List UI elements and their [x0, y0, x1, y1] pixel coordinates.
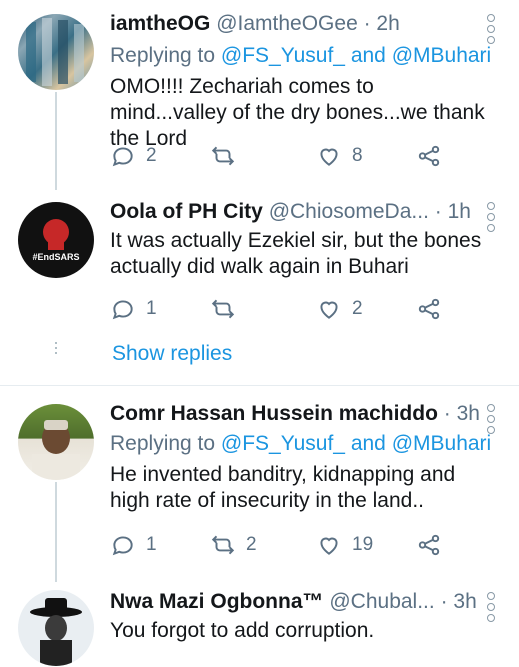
- mention-link[interactable]: @FS_Yusuf_: [221, 44, 345, 67]
- mention-link[interactable]: @MBuhari: [392, 432, 492, 455]
- tweet-actions: 1 2: [110, 294, 450, 324]
- author-name[interactable]: Comr Hassan Hussein machiddo: [110, 402, 438, 425]
- reply-icon: [112, 147, 133, 167]
- like-count: 19: [352, 534, 374, 555]
- tweet-1[interactable]: iamtheOG @IamtheOGee · 2h Replying to @F…: [0, 0, 519, 190]
- like-icon: [320, 301, 338, 319]
- like-count: 2: [352, 298, 363, 319]
- like-count: 8: [352, 145, 363, 166]
- tweet-2[interactable]: #EndSARS Oola of PH City @ChiosomeDa... …: [0, 190, 519, 385]
- tweet-header: iamtheOG @IamtheOGee · 2h: [110, 12, 479, 36]
- more-icon[interactable]: [487, 14, 497, 47]
- tweet-actions: 2 8: [110, 141, 450, 171]
- share-icon: [418, 534, 440, 556]
- avatar[interactable]: [18, 404, 94, 480]
- avatar[interactable]: #EndSARS: [18, 202, 94, 278]
- author-name[interactable]: iamtheOG: [110, 12, 210, 35]
- like-icon: [320, 537, 338, 555]
- retweet-icon: [211, 535, 235, 555]
- replying-to: Replying to @FS_Yusuf_ and @MBuhari: [110, 44, 491, 68]
- retweet-icon: [211, 299, 235, 319]
- reply-icon: [112, 300, 133, 320]
- timestamp[interactable]: · 3h: [444, 402, 479, 425]
- thread-dots: [55, 342, 57, 357]
- tweet-text: You forgot to add corruption.: [110, 619, 375, 642]
- retweet-count: 2: [246, 534, 257, 555]
- share-button[interactable]: [416, 141, 442, 171]
- mention-and[interactable]: and: [351, 44, 386, 67]
- reply-count: 2: [146, 145, 157, 166]
- tweet-text: He invented banditry, kidnapping and hig…: [110, 463, 456, 512]
- reply-count: 1: [146, 534, 157, 555]
- replying-to-label: Replying to: [110, 44, 216, 67]
- author-name[interactable]: Nwa Mazi Ogbonna™: [110, 590, 324, 613]
- mention-and[interactable]: and: [351, 432, 386, 455]
- author-handle[interactable]: @IamtheOGee: [216, 12, 358, 35]
- like-button[interactable]: 19: [316, 530, 373, 560]
- replying-to: Replying to @FS_Yusuf_ and @MBuhari: [110, 432, 491, 456]
- retweet-button[interactable]: 2: [210, 530, 257, 560]
- show-replies-link[interactable]: Show replies: [112, 342, 232, 366]
- timestamp[interactable]: · 1h: [435, 200, 471, 223]
- retweet-button[interactable]: [210, 294, 236, 324]
- avatar-text: #EndSARS: [32, 252, 79, 262]
- tweet-header: Comr Hassan Hussein machiddo · 3h: [110, 402, 479, 426]
- tweet-header: Oola of PH City @ChiosomeDa... · 1h: [110, 200, 479, 224]
- share-icon: [418, 145, 440, 167]
- tweet-header: Nwa Mazi Ogbonna™ @Chubal... · 3h: [110, 590, 479, 614]
- timestamp[interactable]: · 2h: [364, 12, 400, 35]
- like-button[interactable]: 8: [316, 141, 363, 171]
- share-button[interactable]: [416, 530, 442, 560]
- like-button[interactable]: 2: [316, 294, 363, 324]
- tweet-actions: 1 2 19: [110, 530, 450, 560]
- thread-line: [55, 482, 57, 582]
- reply-button[interactable]: 1: [110, 530, 157, 560]
- tweet-text: It was actually Ezekiel sir, but the bon…: [110, 229, 482, 278]
- reply-button[interactable]: 2: [110, 141, 157, 171]
- author-handle[interactable]: @Chubal...: [329, 590, 434, 613]
- reply-icon: [112, 536, 133, 556]
- author-handle[interactable]: @ChiosomeDa...: [269, 200, 429, 223]
- like-icon: [320, 148, 338, 166]
- author-name[interactable]: Oola of PH City: [110, 200, 263, 223]
- avatar[interactable]: [18, 590, 94, 666]
- mention-link[interactable]: @FS_Yusuf_: [221, 432, 345, 455]
- mention-link[interactable]: @MBuhari: [392, 44, 492, 67]
- tweet-4[interactable]: Nwa Mazi Ogbonna™ @Chubal... · 3h You fo…: [0, 582, 519, 667]
- avatar[interactable]: [18, 14, 94, 90]
- share-button[interactable]: [416, 294, 442, 324]
- reply-button[interactable]: 1: [110, 294, 157, 324]
- timestamp[interactable]: · 3h: [441, 590, 477, 613]
- retweet-button[interactable]: [210, 141, 236, 171]
- tweet-3[interactable]: Comr Hassan Hussein machiddo · 3h Replyi…: [0, 386, 519, 582]
- replying-to-label: Replying to: [110, 432, 216, 455]
- retweet-icon: [211, 146, 235, 166]
- thread-line: [55, 92, 57, 190]
- share-icon: [418, 298, 440, 320]
- reply-count: 1: [146, 298, 157, 319]
